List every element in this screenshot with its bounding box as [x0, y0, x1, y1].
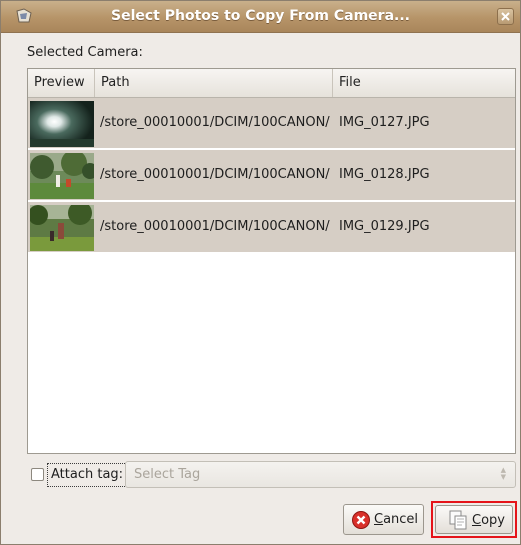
close-button[interactable]	[497, 8, 514, 25]
path-cell: /store_00010001/DCIM/100CANON/	[100, 115, 330, 130]
tag-select-placeholder: Select Tag	[134, 467, 201, 482]
column-header-path[interactable]: Path	[94, 69, 332, 97]
tag-select[interactable]: Select Tag ▲ ▼	[125, 461, 516, 488]
photo-thumbnail	[30, 205, 94, 251]
attach-tag-checkbox[interactable]	[31, 468, 44, 481]
path-cell: /store_00010001/DCIM/100CANON/	[100, 219, 330, 234]
cancel-icon	[352, 511, 370, 529]
cancel-button[interactable]: Cancel	[343, 504, 424, 535]
selected-camera-label: Selected Camera:	[27, 45, 143, 60]
copy-label: opy	[481, 513, 505, 528]
cancel-label: ancel	[383, 512, 419, 527]
title-bar[interactable]: Select Photos to Copy From Camera...	[1, 1, 520, 33]
photo-thumbnail	[30, 101, 94, 147]
copy-icon	[449, 510, 467, 530]
table-row[interactable]: /store_00010001/DCIM/100CANON/ IMG_0127.…	[28, 98, 515, 148]
attach-tag-label[interactable]: Attach tag:	[47, 463, 128, 487]
copy-mnemonic: C	[472, 513, 482, 528]
window-title: Select Photos to Copy From Camera...	[111, 8, 410, 24]
copy-button[interactable]: Copy	[435, 505, 513, 534]
table-row[interactable]: /store_00010001/DCIM/100CANON/ IMG_0129.…	[28, 202, 515, 252]
close-icon	[501, 12, 510, 21]
column-header-file[interactable]: File	[332, 69, 515, 97]
cancel-mnemonic: C	[374, 512, 384, 527]
photo-thumbnail	[30, 153, 94, 199]
column-header-preview[interactable]: Preview	[28, 69, 94, 97]
list-header: Preview Path File	[28, 69, 515, 98]
file-cell: IMG_0129.JPG	[339, 219, 430, 234]
file-cell: IMG_0128.JPG	[339, 167, 430, 182]
spin-arrows-icon: ▲ ▼	[500, 466, 506, 481]
path-cell: /store_00010001/DCIM/100CANON/	[100, 167, 330, 182]
table-row[interactable]: /store_00010001/DCIM/100CANON/ IMG_0128.…	[28, 150, 515, 200]
file-cell: IMG_0127.JPG	[339, 115, 430, 130]
photo-list[interactable]: Preview Path File /store_00010001/DCIM/1…	[27, 68, 516, 454]
select-photos-dialog: Select Photos to Copy From Camera... Sel…	[0, 0, 521, 545]
